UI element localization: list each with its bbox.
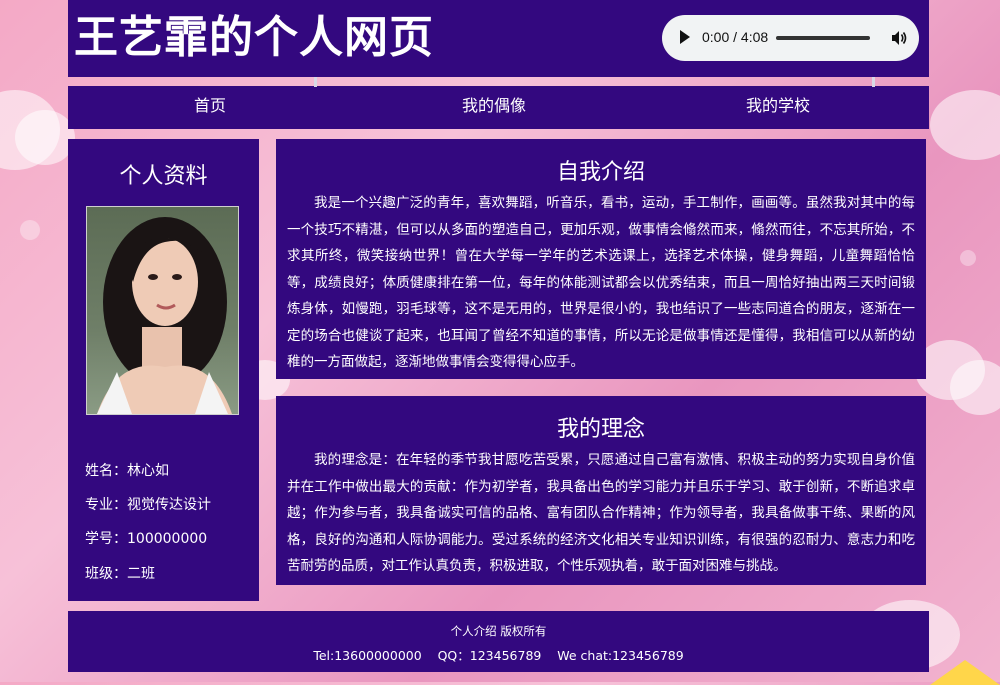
belief-title: 我的理念 — [556, 417, 645, 442]
main-nav: 首页 我的偶像 我的学校 — [68, 77, 929, 129]
info-name: 姓名：林心如 — [85, 463, 169, 479]
self-intro-section: 自我介绍 我是一个兴趣广泛的青年，喜欢舞蹈，听音乐，看书，运动，手工制作，画画等… — [276, 139, 926, 379]
profile-title: 个人资料 — [119, 164, 208, 189]
footer-copyright: 个人介绍 版权所有 — [450, 624, 547, 638]
audio-time: 0:00 / 4:08 — [702, 29, 769, 45]
nav-item-my-school[interactable]: 我的学校 — [698, 86, 858, 129]
nav-divider — [314, 77, 317, 87]
person-portrait-icon — [97, 217, 232, 414]
background-dot — [20, 220, 40, 240]
profile-photo — [86, 206, 239, 415]
background-cloud — [930, 90, 1000, 160]
background-kite-decoration — [930, 660, 1000, 685]
audio-player[interactable]: 0:00 / 4:08 — [662, 15, 919, 61]
self-intro-title: 自我介绍 — [556, 160, 645, 185]
background-cloud — [15, 110, 75, 165]
background-dot — [960, 250, 976, 266]
self-intro-text: 我是一个兴趣广泛的青年，喜欢舞蹈，听音乐，看书，运动，手工制作，画画等。虽然我对… — [287, 195, 915, 370]
info-class: 班级：二班 — [85, 566, 155, 582]
site-title: 王艺霏的个人网页 — [74, 12, 434, 63]
nav-item-home[interactable]: 首页 — [130, 86, 290, 129]
play-icon[interactable] — [680, 30, 690, 44]
info-student-id: 学号：100000000 — [85, 531, 208, 547]
audio-progress-bar[interactable] — [776, 36, 870, 40]
nav-item-my-idol[interactable]: 我的偶像 — [414, 86, 574, 129]
footer: 个人介绍 版权所有 Tel:13600000000 QQ：123456789 W… — [68, 611, 929, 672]
belief-text: 我的理念是：在年轻的季节我甘愿吃苦受累，只愿通过自己富有激情、积极主动的努力实现… — [287, 452, 915, 574]
belief-section: 我的理念 我的理念是：在年轻的季节我甘愿吃苦受累，只愿通过自己富有激情、积极主动… — [276, 396, 926, 585]
background-cloud — [950, 360, 1000, 415]
nav-divider — [872, 77, 875, 87]
header-banner: 王艺霏的个人网页 0:00 / 4:08 — [68, 0, 929, 77]
footer-contact: Tel:13600000000 QQ：123456789 We chat:123… — [313, 648, 684, 663]
volume-icon[interactable] — [890, 29, 908, 47]
info-major: 专业：视觉传达设计 — [85, 497, 211, 513]
profile-sidebar: 个人资料 姓名：林心如 专业：视觉传达设计 学号：100000000 班级：二班 — [68, 139, 259, 601]
